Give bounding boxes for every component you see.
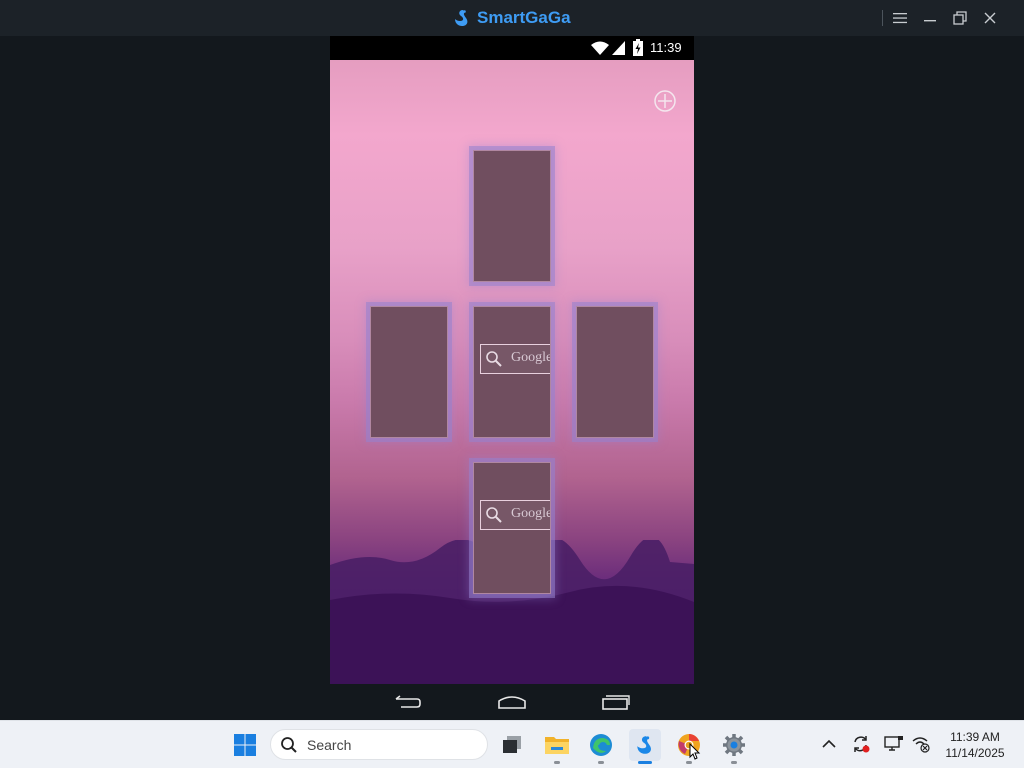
windows-taskbar: Search 11:39 AM 11/14/2025 xyxy=(0,720,1024,768)
clock-time: 11:39 AM xyxy=(950,730,1000,744)
taskbar-search-box[interactable]: Search xyxy=(270,729,488,760)
running-indicator xyxy=(731,761,737,764)
swan-logo-icon xyxy=(455,10,468,26)
file-explorer-icon xyxy=(545,737,569,754)
android-nav-bar xyxy=(330,684,694,720)
battery-charging-icon xyxy=(633,39,643,56)
google-search-widget: Google xyxy=(480,500,551,530)
settings-button[interactable] xyxy=(718,729,750,764)
hamburger-menu-icon xyxy=(893,13,907,24)
restore-button[interactable] xyxy=(948,6,972,30)
page-thumbnail-center[interactable]: Google xyxy=(473,306,551,438)
wifi-icon xyxy=(591,41,609,55)
close-icon xyxy=(984,12,996,24)
chevron-up-icon[interactable] xyxy=(822,739,836,749)
android-status-bar: 11:39 xyxy=(330,36,694,60)
mouse-cursor-icon xyxy=(689,743,701,760)
smartgaga-icon xyxy=(637,736,651,754)
close-button[interactable] xyxy=(978,6,1002,30)
title-bar-divider xyxy=(882,10,883,26)
search-icon xyxy=(281,737,297,753)
hamburger-menu-button[interactable] xyxy=(888,6,912,30)
network-icon[interactable] xyxy=(911,735,931,753)
clock-date: 11/14/2025 xyxy=(945,746,1005,760)
file-explorer-button[interactable] xyxy=(541,729,573,764)
smartgaga-button[interactable] xyxy=(629,729,661,764)
running-indicator xyxy=(686,761,692,764)
recents-icon[interactable] xyxy=(601,692,631,712)
edge-icon xyxy=(590,734,612,756)
display-icon[interactable] xyxy=(884,735,904,753)
windows-start-icon xyxy=(234,734,256,756)
emulator-title-bar: SmartGaGa xyxy=(0,0,1024,36)
page-thumbnail-left[interactable] xyxy=(370,306,448,438)
active-indicator xyxy=(638,761,652,764)
taskbar-clock[interactable]: 11:39 AM 11/14/2025 xyxy=(938,729,1012,761)
settings-icon xyxy=(723,734,745,756)
page-thumbnail-right[interactable] xyxy=(576,306,654,438)
restore-icon xyxy=(953,11,967,25)
start-button[interactable] xyxy=(229,729,261,761)
android-screen: 11:39 Google Google xyxy=(330,36,694,684)
task-view-icon xyxy=(503,736,521,753)
edge-button[interactable] xyxy=(585,729,617,764)
wallpaper: Google Google xyxy=(330,60,694,684)
magnifier-icon xyxy=(486,351,502,367)
page-thumbnail-bottom[interactable]: Google xyxy=(473,462,551,594)
task-view-button[interactable] xyxy=(496,729,528,761)
google-widget-label: Google xyxy=(511,506,551,521)
running-indicator xyxy=(598,761,604,764)
running-indicator xyxy=(554,761,560,764)
magnifier-icon xyxy=(486,507,502,523)
minimize-button[interactable] xyxy=(918,6,942,30)
cell-signal-icon xyxy=(612,41,625,55)
add-page-button[interactable] xyxy=(653,89,677,113)
back-icon[interactable] xyxy=(393,692,423,712)
app-title: SmartGaGa xyxy=(477,8,571,27)
minimize-icon xyxy=(924,20,936,22)
google-widget-label: Google xyxy=(511,350,551,365)
search-label: Search xyxy=(307,737,352,753)
home-icon[interactable] xyxy=(497,692,527,712)
sync-icon[interactable] xyxy=(851,734,871,754)
page-thumbnail-top[interactable] xyxy=(473,150,551,282)
status-time: 11:39 xyxy=(650,40,682,55)
google-search-widget: Google xyxy=(480,344,551,374)
